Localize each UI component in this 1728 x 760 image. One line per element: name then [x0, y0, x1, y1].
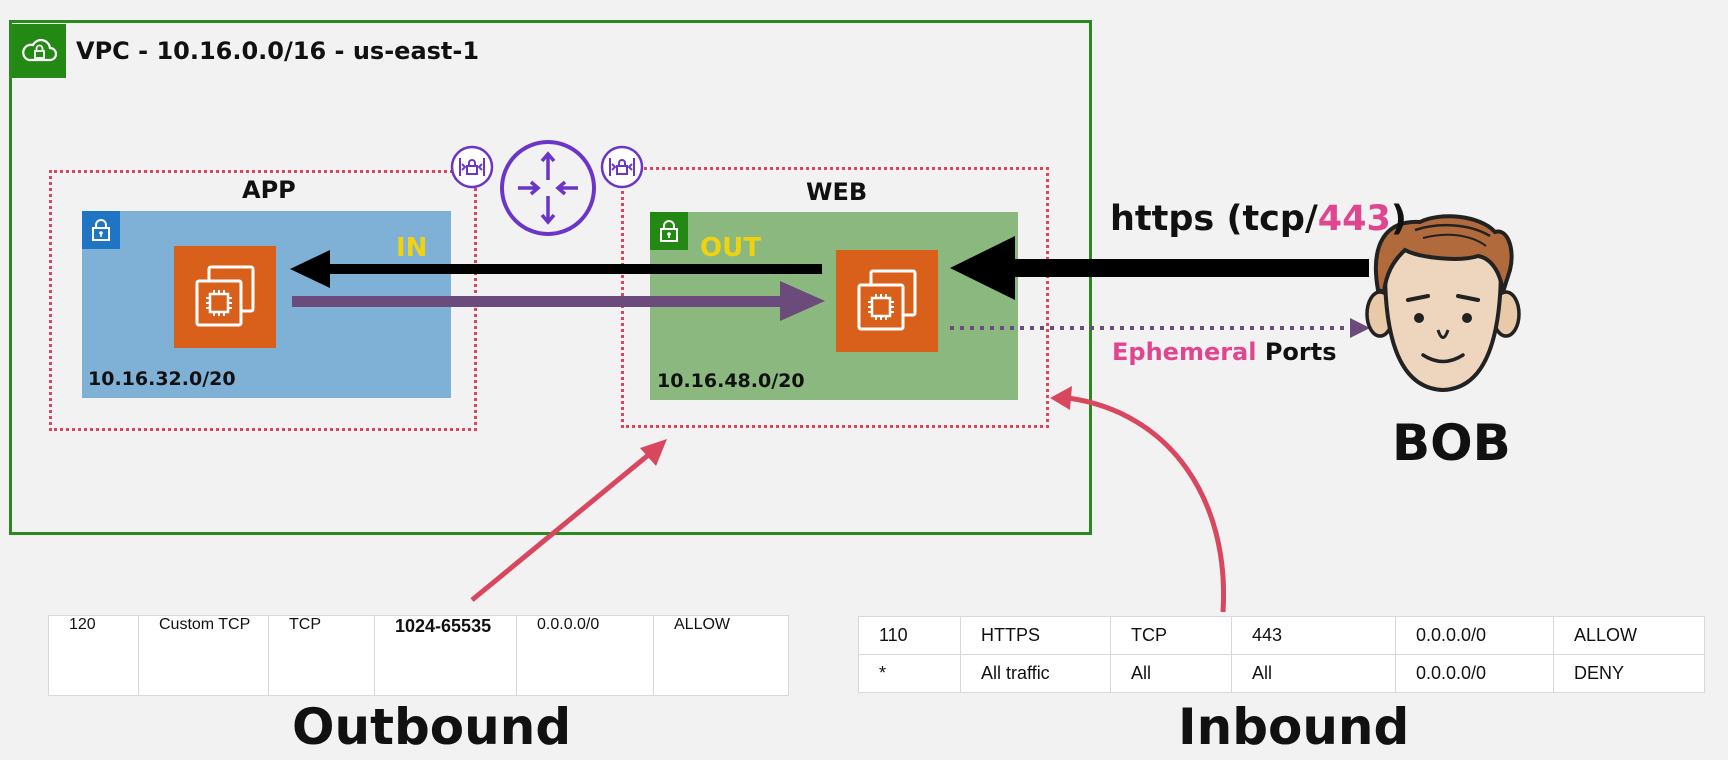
https-port: 443 — [1317, 199, 1391, 239]
outbound-pointer-arrow — [470, 439, 667, 602]
app-nacl-icon — [450, 145, 494, 189]
rule-action: ALLOW — [1553, 616, 1705, 655]
outbound-label: Outbound — [292, 698, 572, 756]
rule-action: DENY — [1553, 654, 1705, 693]
rule-type: HTTPS — [960, 616, 1111, 655]
inbound-https-arrow — [950, 236, 1369, 300]
rule-protocol: All — [1110, 654, 1232, 693]
web-nacl-icon — [600, 145, 644, 189]
rule-port-range: 1024-65535 — [374, 615, 517, 696]
https-suffix: ) — [1390, 199, 1407, 239]
outbound-rules-table: 120 Custom TCP TCP 1024-65535 0.0.0.0/0 … — [48, 615, 789, 696]
https-prefix: https (tcp/ — [1110, 199, 1318, 239]
inbound-label: Inbound — [1178, 698, 1410, 756]
in-flow-label: IN — [396, 233, 428, 263]
ephemeral-ports-label: Ephemeral Ports — [1112, 338, 1337, 366]
rule-number: 120 — [48, 615, 139, 696]
rule-number: 110 — [858, 616, 961, 655]
rule-port-range: All — [1231, 654, 1396, 693]
bob-avatar-icon — [1365, 214, 1521, 393]
rule-type: All traffic — [960, 654, 1111, 693]
rule-port-range: 443 — [1231, 616, 1396, 655]
client-name: BOB — [1392, 414, 1511, 472]
table-row: 120 Custom TCP TCP 1024-65535 0.0.0.0/0 … — [48, 615, 789, 696]
table-row: 110 HTTPS TCP 443 0.0.0.0/0 ALLOW — [858, 616, 1705, 655]
rule-action: ALLOW — [653, 615, 789, 696]
rule-source: 0.0.0.0/0 — [1395, 654, 1554, 693]
out-flow-label: OUT — [700, 233, 761, 263]
rule-source: 0.0.0.0/0 — [516, 615, 654, 696]
router-icon — [500, 140, 596, 236]
rule-protocol: TCP — [1110, 616, 1232, 655]
table-row: * All traffic All All 0.0.0.0/0 DENY — [858, 654, 1705, 693]
inbound-rules-table: 110 HTTPS TCP 443 0.0.0.0/0 ALLOW * All … — [858, 616, 1705, 693]
inbound-pointer-arrow — [1050, 386, 1227, 613]
rule-protocol: TCP — [268, 615, 375, 696]
https-protocol-label: https (tcp/443) — [1110, 199, 1407, 239]
rule-number: * — [858, 654, 961, 693]
app-response-arrow — [292, 281, 825, 321]
ephemeral-word: Ephemeral — [1112, 338, 1257, 366]
rule-source: 0.0.0.0/0 — [1395, 616, 1554, 655]
ephemeral-ports-arrow — [950, 318, 1370, 338]
ports-word: Ports — [1264, 338, 1337, 366]
rule-type: Custom TCP — [138, 615, 269, 696]
